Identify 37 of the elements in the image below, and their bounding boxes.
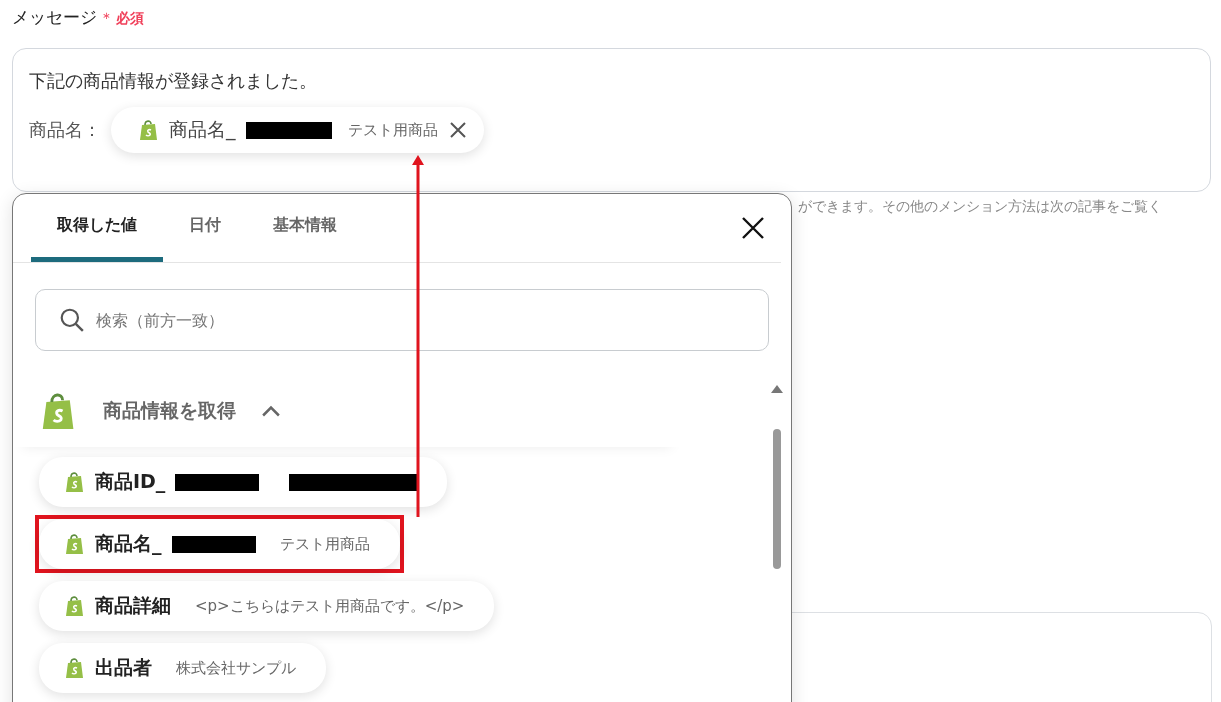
search-icon <box>59 307 85 333</box>
shopping-bag-icon <box>65 595 85 617</box>
shopping-bag-icon <box>65 471 85 493</box>
close-icon[interactable] <box>741 216 765 240</box>
helper-text: ができます。その他のメンション方法は次の記事をご覧く <box>798 198 1163 216</box>
variable-chip[interactable]: 商品名_ テスト用商品 <box>111 107 484 153</box>
item-value: 株式会社サンプル <box>176 658 296 678</box>
chevron-icon[interactable] <box>262 405 280 417</box>
item-value: <p>こちらはテスト用商品です。</p> <box>195 596 465 616</box>
scrollbar-thumb[interactable] <box>773 429 781 569</box>
chip-value: テスト用商品 <box>347 120 438 140</box>
item-name: 商品ID_ <box>95 469 166 495</box>
group-title[interactable]: 商品情報を取得 <box>103 398 236 424</box>
row-label: 商品名： <box>29 118 101 142</box>
search-field[interactable]: 検索（前方一致） <box>35 289 769 351</box>
message-field[interactable]: 下記の商品情報が登録されました。 商品名： 商品名_ テスト用商品 <box>12 48 1211 192</box>
required-text: 必須 <box>116 10 144 28</box>
shopping-bag-icon <box>65 533 85 555</box>
shopping-bag-icon <box>139 119 159 141</box>
tab[interactable]: 日付 <box>163 194 247 262</box>
message-text: 下記の商品情報が登録されました。 <box>29 69 318 93</box>
field-label: メッセージ <box>12 6 97 29</box>
tab[interactable]: 取得した値 <box>31 194 163 262</box>
variable-item[interactable]: 出品者 株式会社サンプル <box>39 643 326 693</box>
tab[interactable]: 基本情報 <box>247 194 363 262</box>
variable-item[interactable]: 商品詳細 <p>こちらはテスト用商品です。</p> <box>39 581 495 631</box>
close-icon[interactable] <box>447 120 468 140</box>
scroll-up-icon[interactable] <box>771 385 783 393</box>
chip-name: 商品名_ <box>169 117 236 143</box>
item-name: 出品者 <box>95 655 152 680</box>
required-mark: ＊ <box>99 9 114 28</box>
shopping-bag-icon <box>65 657 85 679</box>
item-name: 商品詳細 <box>95 593 171 618</box>
variable-item[interactable]: 商品名_ テスト用商品 <box>39 519 400 569</box>
item-name: 商品名_ <box>95 531 162 557</box>
variable-item[interactable]: 商品ID_ <box>39 457 448 507</box>
item-value: テスト用商品 <box>279 534 370 554</box>
